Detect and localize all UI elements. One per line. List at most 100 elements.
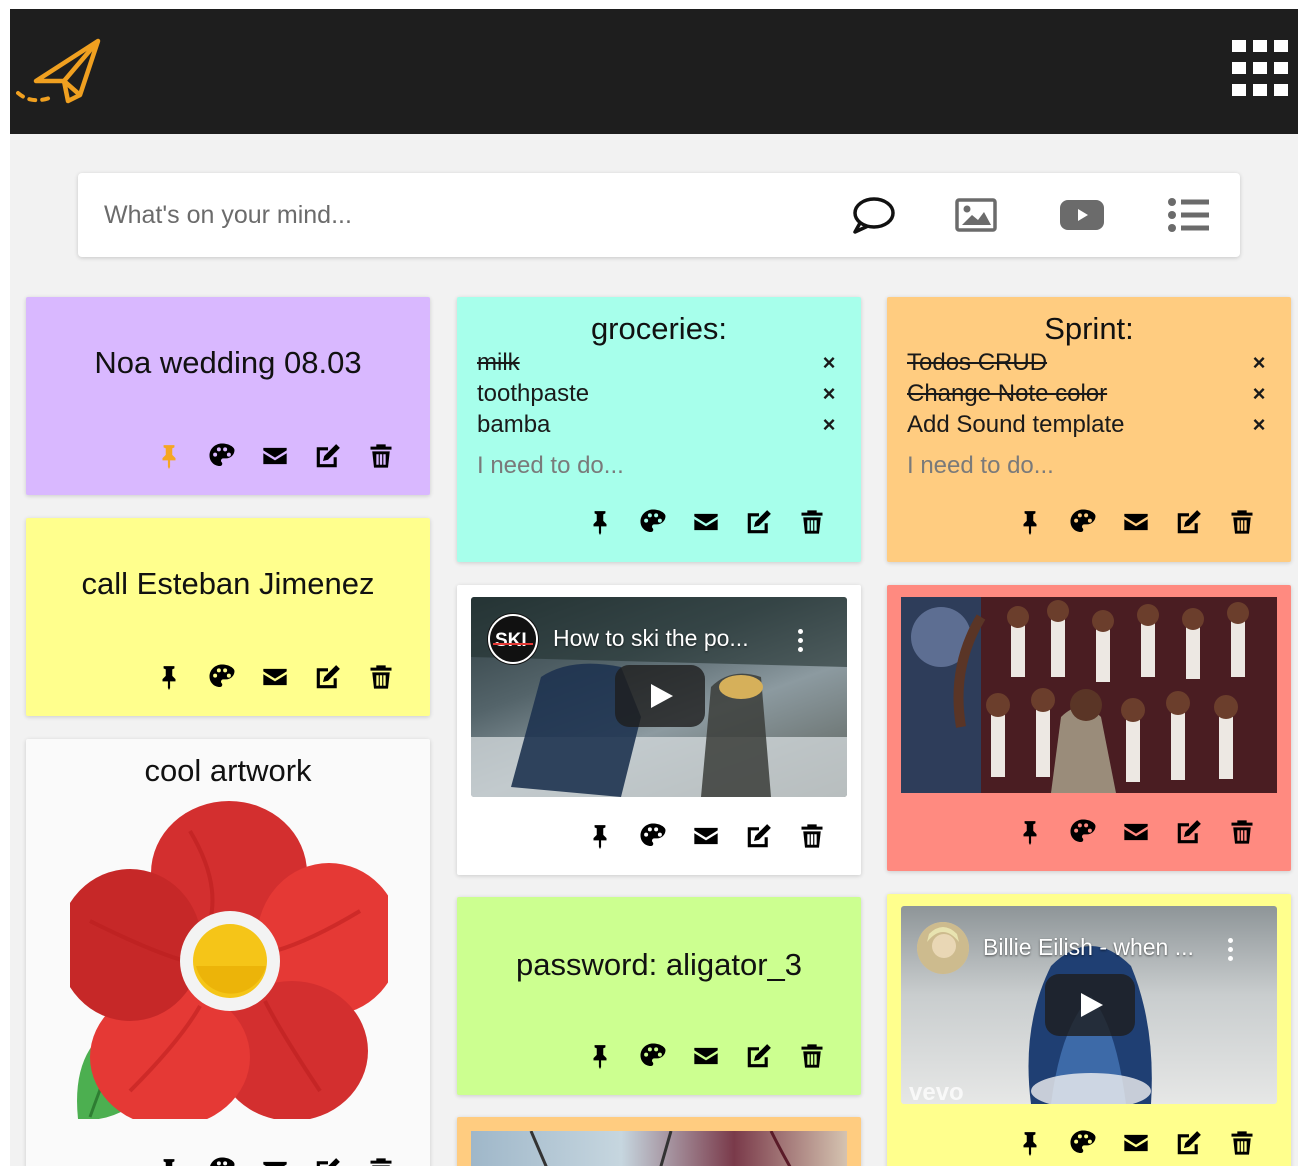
trash-icon[interactable] [795,819,829,853]
video-title: Billie Eilish - when ... [983,934,1194,960]
note-sprint[interactable]: Sprint: Todos CRUD × Change Note color ×… [887,297,1291,562]
note-actions [152,1153,408,1166]
remove-item-icon[interactable]: × [819,347,839,378]
speech-bubble-icon[interactable] [848,191,898,239]
note-ski-video[interactable]: SKI How to ski the po... [457,585,861,875]
app-root: Noa wedding 08.03 call Esteban Jimenez c… [10,9,1298,1166]
palette-icon[interactable] [205,439,239,473]
todo-text: Todos CRUD [907,349,1048,376]
edit-icon[interactable] [1172,1126,1206,1160]
note-groceries[interactable]: groceries: milk × toothpaste × bamba × [457,297,861,562]
envelope-icon[interactable] [689,819,723,853]
edit-icon[interactable] [311,660,345,694]
palette-icon[interactable] [1066,815,1100,849]
palette-icon[interactable] [636,819,670,853]
palette-icon[interactable] [205,1153,239,1166]
palette-icon[interactable] [1066,505,1100,539]
edit-icon[interactable] [311,439,345,473]
note-call-esteban[interactable]: call Esteban Jimenez [26,518,430,716]
remove-item-icon[interactable]: × [819,378,839,409]
trash-icon[interactable] [364,660,398,694]
todo-item[interactable]: toothpaste × [477,378,849,409]
edit-icon[interactable] [742,505,776,539]
envelope-icon[interactable] [1119,505,1153,539]
envelope-icon[interactable] [1119,815,1153,849]
palette-icon[interactable] [205,660,239,694]
remove-item-icon[interactable]: × [1249,409,1269,440]
trash-icon[interactable] [795,505,829,539]
youtube-icon[interactable] [1057,191,1107,239]
list-icon[interactable] [1164,191,1214,239]
note-title: cool artwork [144,753,312,788]
more-vert-icon[interactable] [1225,936,1235,964]
trash-icon[interactable] [1225,1126,1259,1160]
palette-icon[interactable] [1066,1126,1100,1160]
todo-input[interactable] [907,449,1267,483]
youtube-video-ski[interactable]: SKI How to ski the po... [471,597,847,797]
pin-icon[interactable] [1013,1126,1047,1160]
pin-icon[interactable] [583,1039,617,1073]
note-composer [78,173,1240,257]
trash-icon[interactable] [795,1039,829,1073]
remove-item-icon[interactable]: × [1249,347,1269,378]
todo-item[interactable]: Change Note color × [907,378,1279,409]
envelope-icon[interactable] [689,1039,723,1073]
apps-grid-icon[interactable] [1232,40,1288,96]
edit-icon[interactable] [311,1153,345,1166]
play-button[interactable] [1045,974,1135,1036]
todo-item[interactable]: bamba × [477,409,849,440]
envelope-icon[interactable] [258,1153,292,1166]
edit-icon[interactable] [742,1039,776,1073]
envelope-icon[interactable] [258,439,292,473]
pin-icon[interactable] [152,1153,186,1166]
note-noa-wedding[interactable]: Noa wedding 08.03 [26,297,430,495]
play-button[interactable] [615,665,705,727]
choir-photo [901,597,1277,793]
note-input[interactable] [104,197,804,233]
todo-item[interactable]: Add Sound template × [907,409,1279,440]
todo-item[interactable]: milk × [477,347,849,378]
vevo-watermark: vevo [909,1079,964,1104]
anime-image [471,1130,847,1166]
remove-item-icon[interactable]: × [819,409,839,440]
pin-icon[interactable] [583,505,617,539]
pin-icon[interactable] [1013,505,1047,539]
paper-plane-icon[interactable] [16,27,106,105]
palette-icon[interactable] [636,1039,670,1073]
note-billie-video[interactable]: vevo Billie Eilish - when ... [887,894,1291,1166]
palette-icon[interactable] [636,505,670,539]
red-flower-image [58,801,401,1127]
edit-icon[interactable] [1172,505,1206,539]
edit-icon[interactable] [1172,815,1206,849]
note-password[interactable]: password: aligator_3 [457,897,861,1095]
remove-item-icon[interactable]: × [1249,378,1269,409]
note-cool-artwork[interactable]: cool artwork [26,739,430,1166]
note-partial-image[interactable] [457,1117,861,1166]
pin-icon[interactable] [583,819,617,853]
more-vert-icon[interactable] [795,627,805,655]
pin-icon[interactable] [1013,815,1047,849]
trash-icon[interactable] [1225,505,1259,539]
todo-input[interactable] [477,449,837,483]
envelope-icon[interactable] [258,660,292,694]
edit-icon[interactable] [742,819,776,853]
todo-text: Change Note color [907,380,1108,407]
pin-icon[interactable] [152,439,186,473]
channel-avatar[interactable]: SKI [487,613,539,665]
todo-list: Todos CRUD × Change Note color × Add Sou… [907,347,1279,440]
note-title: groceries: [590,311,728,346]
note-choir-image[interactable] [887,585,1291,871]
pin-icon[interactable] [152,660,186,694]
youtube-video-billie[interactable]: vevo Billie Eilish - when ... [901,906,1277,1104]
svg-text:SKI: SKI [495,630,527,651]
trash-icon[interactable] [1225,815,1259,849]
envelope-icon[interactable] [689,505,723,539]
todo-item[interactable]: Todos CRUD × [907,347,1279,378]
note-actions [583,505,839,539]
trash-icon[interactable] [364,439,398,473]
image-icon[interactable] [951,191,1001,239]
envelope-icon[interactable] [1119,1126,1153,1160]
trash-icon[interactable] [364,1153,398,1166]
video-title: How to ski the po... [553,625,749,651]
channel-avatar[interactable] [917,922,969,974]
